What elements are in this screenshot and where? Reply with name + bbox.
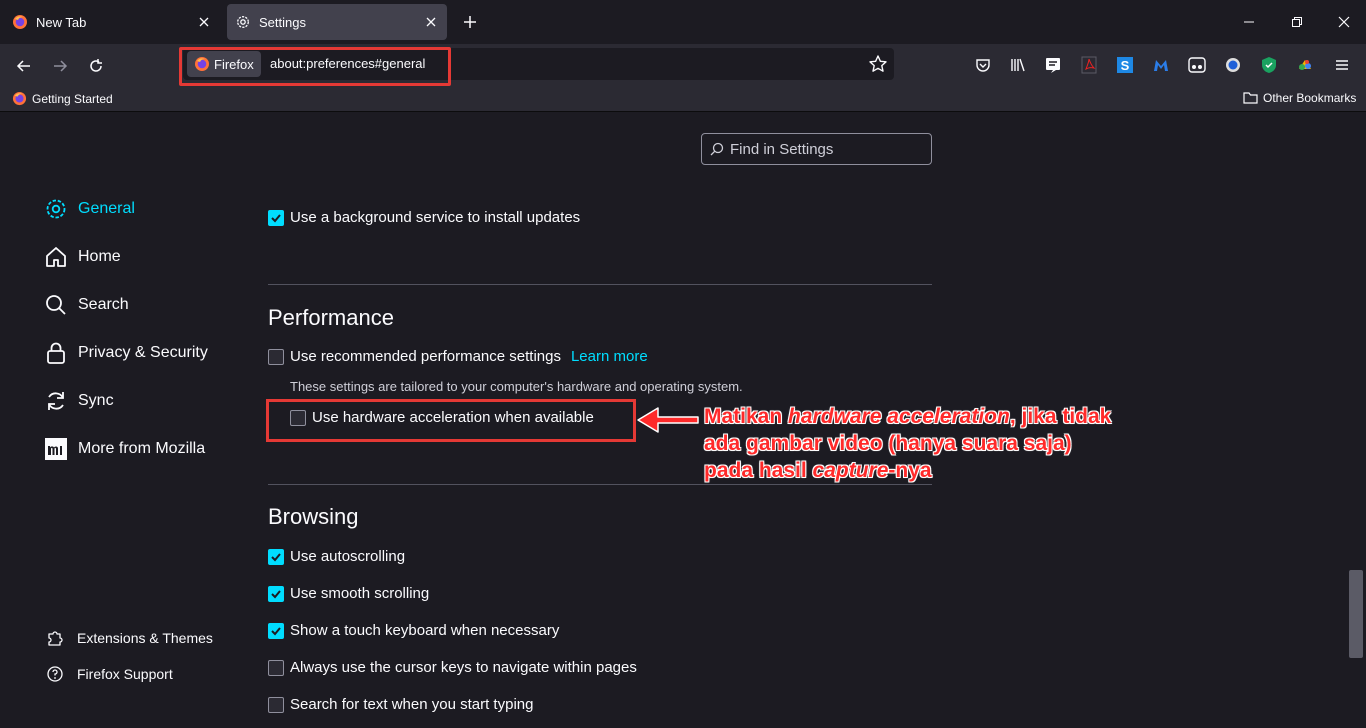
extensions-themes-link[interactable]: Extensions & Themes: [46, 629, 213, 647]
gear-icon: [235, 14, 251, 30]
bookmark-star-icon[interactable]: [868, 54, 888, 74]
pocket-icon[interactable]: [973, 55, 993, 75]
firefox-icon: [12, 91, 27, 106]
sync-icon: [44, 389, 68, 413]
tab-extension-icon[interactable]: [1187, 55, 1207, 75]
recommended-performance-checkbox[interactable]: Use recommended performance settings Lea…: [268, 348, 648, 365]
find-in-settings-input[interactable]: Find in Settings: [701, 133, 932, 165]
close-window-button[interactable]: [1330, 8, 1358, 36]
sidebar-item-privacy[interactable]: Privacy & Security: [44, 341, 208, 365]
bookmark-label: Other Bookmarks: [1263, 91, 1357, 105]
checkbox-checked-icon[interactable]: [268, 209, 284, 226]
section-divider: [268, 284, 932, 285]
checkbox-unchecked-icon[interactable]: [268, 696, 284, 713]
s-extension-icon[interactable]: S: [1115, 55, 1135, 75]
bookmark-getting-started[interactable]: Getting Started: [12, 91, 113, 106]
annotation-line-2: ada gambar video (hanya suara saja): [704, 432, 1072, 455]
home-icon: [44, 245, 68, 269]
lock-icon: [44, 341, 68, 365]
checkbox-label: Use recommended performance settings: [290, 348, 561, 365]
performance-hint: These settings are tailored to your comp…: [290, 379, 743, 394]
vpn-extension-icon[interactable]: [1223, 55, 1243, 75]
shield-extension-icon[interactable]: [1259, 55, 1279, 75]
checkbox-label: Use smooth scrolling: [290, 585, 430, 602]
annotation-line-3: pada hasil capture-nya: [704, 459, 932, 482]
autoscrolling-checkbox[interactable]: Use autoscrolling: [268, 548, 405, 565]
hardware-accel-highlight-box: [266, 399, 636, 442]
tab-new-tab[interactable]: New Tab: [4, 4, 220, 40]
touch-keyboard-checkbox[interactable]: Show a touch keyboard when necessary: [268, 622, 559, 639]
help-icon: [46, 665, 64, 683]
checkbox-unchecked-icon[interactable]: [268, 659, 284, 676]
firefox-icon: [12, 14, 28, 30]
checkbox-label: Use autoscrolling: [290, 548, 406, 565]
tab-label: Settings: [259, 14, 306, 30]
gear-icon: [44, 197, 68, 221]
checkbox-checked-icon[interactable]: [268, 622, 284, 639]
sidebar-item-label: Home: [78, 248, 121, 265]
checkbox-checked-icon[interactable]: [268, 585, 284, 602]
find-placeholder: Find in Settings: [730, 140, 834, 158]
checkbox-label: Always use the cursor keys to navigate w…: [290, 659, 637, 676]
sidebar-item-label: Sync: [78, 392, 114, 409]
learn-more-link[interactable]: Learn more: [571, 348, 648, 365]
search-text-typing-checkbox[interactable]: Search for text when you start typing: [268, 696, 533, 713]
pdf-extension-icon[interactable]: [1079, 55, 1099, 75]
sidebar-item-more-from-mozilla[interactable]: More from Mozilla: [44, 437, 205, 461]
smooth-scrolling-checkbox[interactable]: Use smooth scrolling: [268, 585, 429, 602]
tab-label: New Tab: [36, 14, 87, 30]
checkbox-unchecked-icon[interactable]: [268, 348, 284, 365]
sidebar-item-home[interactable]: Home: [44, 245, 121, 269]
tab-strip: New Tab Settings: [0, 0, 1366, 44]
menu-hamburger-icon[interactable]: [1332, 55, 1352, 75]
url-highlight-box: [179, 47, 451, 86]
sidebar-item-search[interactable]: Search: [44, 293, 129, 317]
restore-button[interactable]: [1283, 8, 1311, 36]
folder-icon: [1243, 92, 1258, 104]
search-icon: [710, 142, 724, 156]
svg-text:S: S: [1121, 58, 1130, 73]
scrollbar-thumb[interactable]: [1349, 570, 1363, 658]
section-divider: [268, 484, 932, 485]
sidebar-item-sync[interactable]: Sync: [44, 389, 114, 413]
puzzle-icon: [46, 629, 64, 647]
close-tab-icon[interactable]: [423, 14, 439, 30]
close-tab-icon[interactable]: [196, 14, 212, 30]
bookmark-label: Getting Started: [32, 91, 113, 106]
other-bookmarks-folder[interactable]: Other Bookmarks: [1243, 91, 1356, 105]
sidebar-item-general[interactable]: General: [44, 197, 135, 221]
checkbox-checked-icon[interactable]: [268, 548, 284, 565]
tab-settings[interactable]: Settings: [227, 4, 447, 40]
firefox-support-link[interactable]: Firefox Support: [46, 665, 173, 683]
sidebar-item-label: More from Mozilla: [78, 440, 206, 457]
checkbox-label: Use a background service to install upda…: [290, 209, 581, 226]
reader-extension-icon[interactable]: [1043, 55, 1063, 75]
mozilla-icon: [44, 437, 68, 461]
library-icon[interactable]: [1008, 55, 1028, 75]
reload-button[interactable]: [82, 52, 110, 80]
color-extension-icon[interactable]: [1295, 55, 1315, 75]
performance-heading: Performance: [268, 305, 394, 330]
browsing-heading: Browsing: [268, 504, 359, 529]
checkbox-label: Show a touch keyboard when necessary: [290, 622, 560, 639]
sidebar-item-label: Search: [78, 296, 129, 313]
checkbox-label: Search for text when you start typing: [290, 696, 534, 713]
malwarebytes-icon[interactable]: [1151, 55, 1171, 75]
annotation-line-1: Matikan hardware acceleration, jika tida…: [704, 405, 1112, 428]
sidebar-item-label: General: [78, 200, 135, 217]
cursor-keys-checkbox[interactable]: Always use the cursor keys to navigate w…: [268, 659, 637, 676]
annotation-arrow-icon: [637, 407, 699, 433]
annotation-text: Matikan hardware acceleration, jika tida…: [704, 403, 1164, 484]
footer-item-label: Firefox Support: [77, 666, 173, 682]
background-service-checkbox[interactable]: Use a background service to install upda…: [268, 209, 580, 226]
search-icon: [44, 293, 68, 317]
sidebar-item-label: Privacy & Security: [78, 344, 208, 361]
footer-item-label: Extensions & Themes: [77, 630, 213, 646]
new-tab-button[interactable]: [458, 10, 482, 34]
forward-button[interactable]: [46, 52, 74, 80]
minimize-button[interactable]: [1235, 8, 1263, 36]
bookmarks-toolbar: Getting Started Other Bookmarks: [0, 86, 1366, 112]
back-button[interactable]: [10, 52, 38, 80]
